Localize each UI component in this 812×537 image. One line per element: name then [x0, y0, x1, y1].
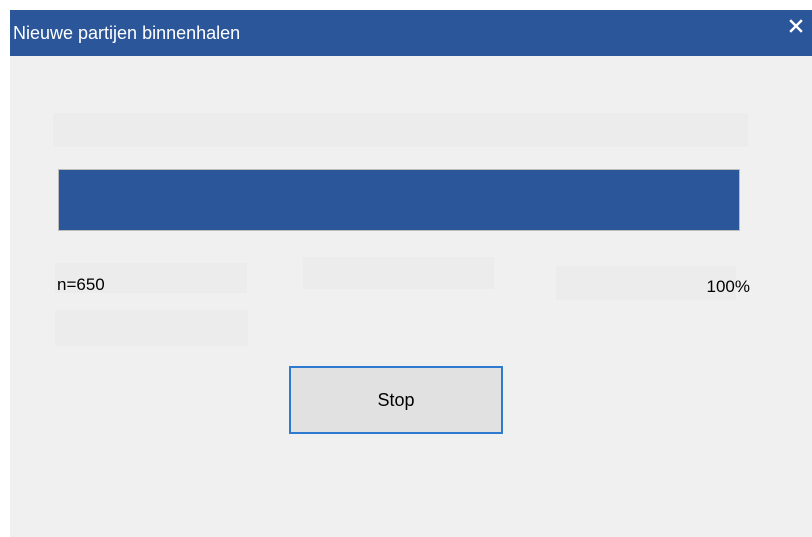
- window-title: Nieuwe partijen binnenhalen: [13, 23, 241, 43]
- empty-label-center: [303, 257, 494, 289]
- stop-button[interactable]: Stop: [289, 366, 503, 434]
- empty-status-label: [53, 113, 748, 147]
- progress-bar: [58, 169, 740, 231]
- percent-label: 100%: [706, 277, 750, 296]
- progress-dialog: Nieuwe partijen binnenhalen n=650 100% S…: [10, 10, 812, 537]
- stop-button-label: Stop: [377, 390, 415, 410]
- item-count-label: n=650: [57, 275, 105, 294]
- empty-label-lower: [55, 310, 248, 346]
- close-icon: [789, 19, 803, 33]
- progress-fill: [59, 170, 739, 230]
- title-bar[interactable]: Nieuwe partijen binnenhalen: [10, 10, 812, 56]
- close-button[interactable]: [778, 10, 812, 44]
